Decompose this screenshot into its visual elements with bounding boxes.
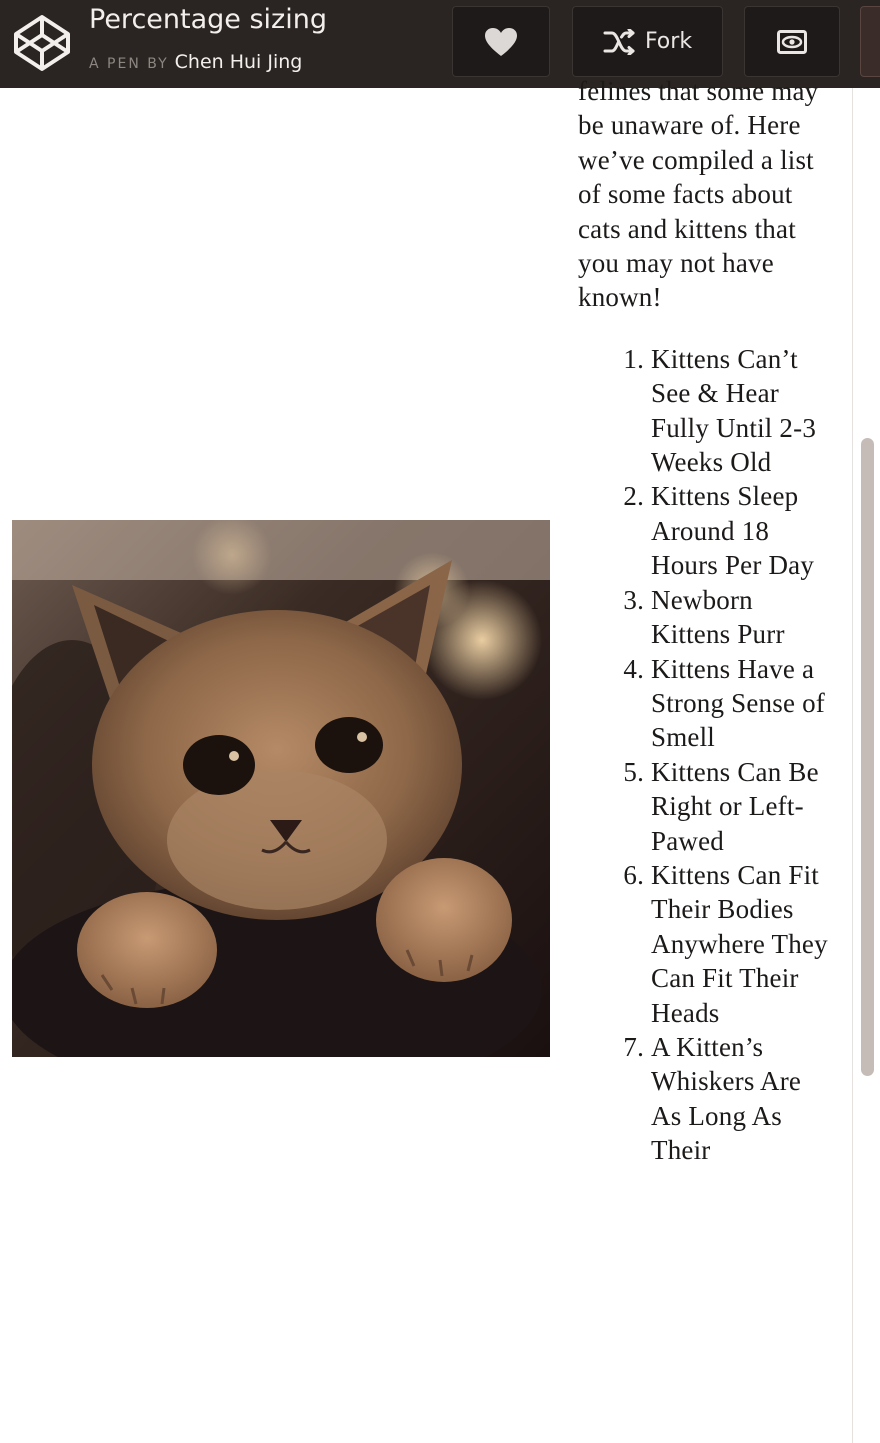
more-button[interactable] [860, 6, 880, 77]
article-column: felines that some may be unaware of. Her… [578, 74, 828, 1168]
author-link[interactable]: Chen Hui Jing [175, 51, 303, 73]
change-view-button[interactable] [744, 6, 840, 77]
kitten-image [12, 520, 550, 1057]
codepen-logo-icon[interactable] [12, 13, 72, 73]
list-item: Kittens Sleep Around 18 Hours Per Day [651, 479, 828, 582]
like-button[interactable] [452, 6, 550, 77]
fork-label: Fork [644, 29, 693, 54]
scrollbar-thumb[interactable] [861, 438, 874, 1076]
byline-prefix: A PEN BY [89, 56, 169, 72]
list-item: A Kitten’s Whiskers Are As Long As Their [651, 1030, 828, 1168]
pen-title: Percentage sizing [89, 4, 327, 35]
fork-icon [603, 28, 635, 55]
pen-byline: A PEN BY Chen Hui Jing [89, 51, 302, 73]
list-item: Kittens Have a Strong Sense of Smell [651, 652, 828, 755]
heart-icon [485, 27, 517, 56]
facts-list: Kittens Can’t See & Hear Fully Until 2-3… [578, 342, 828, 1168]
eye-icon [777, 29, 807, 54]
list-item: Kittens Can’t See & Hear Fully Until 2-3… [651, 342, 828, 480]
list-item: Newborn Kittens Purr [651, 583, 828, 652]
kitten-photo [12, 520, 550, 1057]
list-item: Kittens Can Be Right or Left-Pawed [651, 755, 828, 858]
list-item: Kittens Can Fit Their Bodies Anywhere Th… [651, 858, 828, 1030]
fork-button[interactable]: Fork [572, 6, 723, 77]
intro-paragraph: felines that some may be unaware of. Her… [578, 76, 819, 313]
